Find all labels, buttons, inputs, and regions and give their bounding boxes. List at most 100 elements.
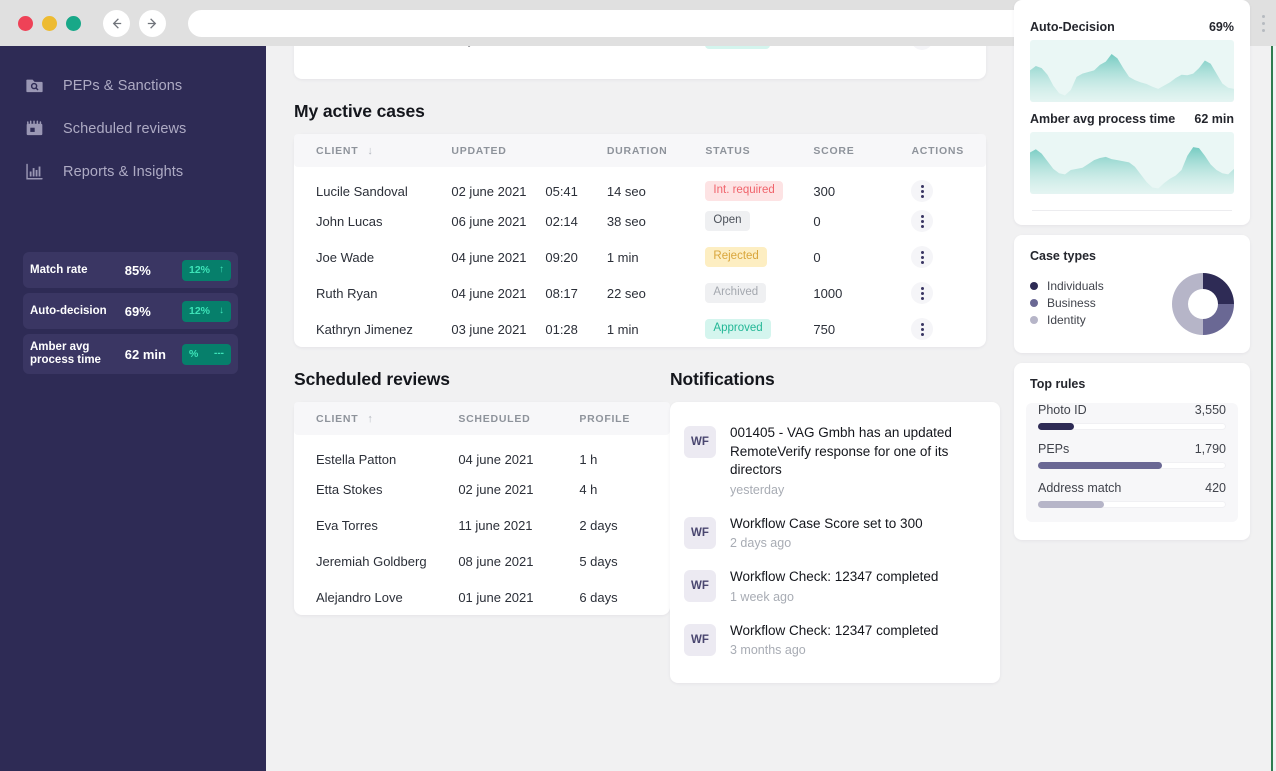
stat-delta-value: 12% xyxy=(189,264,211,276)
legend-item-business: Business xyxy=(1030,296,1104,311)
cell-status: Archived xyxy=(699,275,807,311)
window-edge-accent xyxy=(1271,46,1273,771)
cell-status: Int. required xyxy=(699,167,807,203)
arrow-left-icon xyxy=(112,17,122,29)
cell-updated-date: 02 june 2021 xyxy=(451,183,527,199)
minimize-window-button[interactable] xyxy=(42,15,57,31)
top-rules-title: Top rules xyxy=(1030,377,1086,391)
sidebar-item-peps-sanctions[interactable]: PEPs & Sanctions xyxy=(0,64,266,107)
table-row[interactable]: Irene Sotelo 01 june 202102:14 51 seo Ap… xyxy=(294,46,986,57)
cell-status: Rejected xyxy=(699,239,807,275)
browser-menu-button[interactable] xyxy=(1253,10,1273,37)
row-actions-button[interactable] xyxy=(911,46,934,50)
legend-label: Business xyxy=(1047,295,1096,310)
cell-scheduled: 01 june 2021 xyxy=(458,589,534,605)
table-header-row: CLIENT ↑ SCHEDULED PROFILE xyxy=(294,402,670,435)
table-row[interactable]: Jeremiah Goldberg 08 june 2021 5 days xyxy=(294,543,670,579)
scheduled-reviews-title: Scheduled reviews xyxy=(294,369,450,389)
row-actions-button[interactable] xyxy=(911,282,934,304)
notifications-title: Notifications xyxy=(670,369,775,389)
sidebar-item-label: Scheduled reviews xyxy=(63,120,187,137)
table-row[interactable]: Joe Wade 04 june 2021 09:20 1 min Rejecte… xyxy=(294,239,986,275)
case-types-title: Case types xyxy=(1030,249,1097,263)
left-sidebar: PEPs & Sanctions Scheduled reviews Repor… xyxy=(0,46,266,771)
cell-profile: 4 h xyxy=(579,481,598,497)
cell-scheduled: 02 june 2021 xyxy=(458,481,534,497)
rule-label: PEPs xyxy=(1038,442,1070,456)
donut-segment-individuals xyxy=(1203,273,1234,304)
column-header-actions[interactable]: ACTIONS xyxy=(905,134,986,167)
row-actions-button[interactable] xyxy=(911,246,934,268)
column-header-score[interactable]: SCORE xyxy=(807,134,906,167)
cell-actions xyxy=(905,46,986,57)
scheduled-reviews-table: CLIENT ↑ SCHEDULED PROFILE Estella Patton… xyxy=(294,402,670,615)
row-actions-button[interactable] xyxy=(911,210,934,232)
cell-score: 0 xyxy=(813,249,821,265)
notification-item[interactable]: WF 001405 - VAG Gmbh has an updated Remo… xyxy=(684,416,982,507)
metric-header-amber-avg-process-time: Amber avg process time 62 min xyxy=(1030,112,1234,126)
cell-duration: 1 min xyxy=(606,321,639,337)
cell-client: Estella Patton xyxy=(316,451,397,467)
table-header-row: CLIENT ↓ UPDATED DURATION STATUS SCORE AC… xyxy=(294,134,986,167)
sidebar-stats: Match rate 85% 12% ↑ Auto-decision 69% 1… xyxy=(23,252,238,379)
notification-item[interactable]: WF Workflow Check: 12347 completed 3 mon… xyxy=(684,614,982,668)
column-header-updated[interactable]: UPDATED xyxy=(445,134,601,167)
legend-label: Individuals xyxy=(1047,278,1104,293)
cell-client: Ruth Ryan xyxy=(316,285,378,301)
sort-descending-icon: ↓ xyxy=(367,144,374,157)
app-window: PEPs & Sanctions Scheduled reviews Repor… xyxy=(0,0,1276,771)
back-button[interactable] xyxy=(103,9,130,37)
table-row[interactable]: Lucile Sandoval 02 june 2021 05:41 14 seo… xyxy=(294,167,986,203)
cell-updated-date: 04 june 2021 xyxy=(451,285,527,301)
column-header-scheduled[interactable]: SCHEDULED xyxy=(452,402,574,435)
window-controls xyxy=(18,15,81,31)
navigation-buttons xyxy=(103,9,166,37)
cell-duration: 51 seo xyxy=(600,46,699,57)
scheduled-reviews-card: CLIENT ↑ SCHEDULED PROFILE Estella Patton… xyxy=(294,402,670,615)
table-row[interactable]: Estella Patton 04 june 2021 1 h xyxy=(294,435,670,471)
row-actions-button[interactable] xyxy=(911,180,934,202)
cell-updated: 04 june 2021 09:20 xyxy=(445,239,600,275)
column-header-client[interactable]: CLIENT ↑ xyxy=(294,402,453,435)
sidebar-item-reports-insights[interactable]: Reports & Insights xyxy=(0,150,266,193)
avatar: WF xyxy=(684,516,716,549)
notification-text: Workflow Case Score set to 300 xyxy=(730,515,923,531)
notification-item[interactable]: WF Workflow Case Score set to 300 2 days… xyxy=(684,507,982,561)
trend-up-icon: ↑ xyxy=(219,264,224,275)
table-row[interactable]: Kathryn Jimenez 03 june 2021 01:28 1 min … xyxy=(294,311,986,347)
table-row[interactable]: Ruth Ryan 04 june 2021 08:17 22 seo Archi… xyxy=(294,275,986,311)
cell-scheduled: 11 june 2021 xyxy=(458,517,533,533)
notification-timestamp: 2 days ago xyxy=(730,536,792,550)
table-header: CLIENT ↓ UPDATED DURATION STATUS SCORE AC… xyxy=(294,134,986,167)
maximize-window-button[interactable] xyxy=(66,15,81,31)
column-header-duration[interactable]: DURATION xyxy=(600,134,700,167)
column-header-client[interactable]: CLIENT ↓ xyxy=(294,134,446,167)
legend-color-swatch xyxy=(1030,316,1038,324)
row-actions-button[interactable] xyxy=(911,318,934,340)
table-row[interactable]: Alejandro Love 01 june 2021 6 days xyxy=(294,579,670,615)
column-header-profile[interactable]: PROFILE xyxy=(573,402,670,435)
sidebar-item-scheduled-reviews[interactable]: Scheduled reviews xyxy=(0,107,266,150)
cell-updated: 03 june 2021 01:28 xyxy=(445,311,600,347)
page-body: PEPs & Sanctions Scheduled reviews Repor… xyxy=(0,0,1276,771)
main-content: CLIENT UPDATED DURATION STATUS SCORE ACT… xyxy=(266,46,1014,771)
top-rules-card: Top rules Photo ID 3,550 PEPs 1,790 Addr… xyxy=(1014,363,1250,540)
stat-card-auto-decision: Auto-decision 69% 12% ↓ xyxy=(23,293,238,329)
column-header-status[interactable]: STATUS xyxy=(699,134,808,167)
cell-updated-time: 01:28 xyxy=(545,321,578,337)
donut-segment-identity xyxy=(1172,273,1203,335)
forward-button[interactable] xyxy=(139,9,166,37)
close-window-button[interactable] xyxy=(18,15,33,31)
notification-item[interactable]: WF Workflow Check: 12347 completed 1 wee… xyxy=(684,560,982,614)
metrics-card: Auto-Decision 69% Amber avg process time… xyxy=(1014,0,1250,225)
area-chart-svg xyxy=(1030,147,1234,194)
status-badge: Archived xyxy=(705,283,767,303)
cell-actions xyxy=(905,275,986,311)
status-badge: Approved xyxy=(704,46,771,49)
status-badge: Open xyxy=(705,211,750,231)
table-row[interactable]: Etta Stokes 02 june 2021 4 h xyxy=(294,471,670,507)
folder-search-icon xyxy=(24,75,45,96)
table-row[interactable]: John Lucas 06 june 2021 02:14 38 seo Open… xyxy=(294,203,986,239)
case-types-card: Case types Individuals Business Identity xyxy=(1014,235,1250,353)
table-row[interactable]: Eva Torres 11 june 2021 2 days xyxy=(294,507,670,543)
